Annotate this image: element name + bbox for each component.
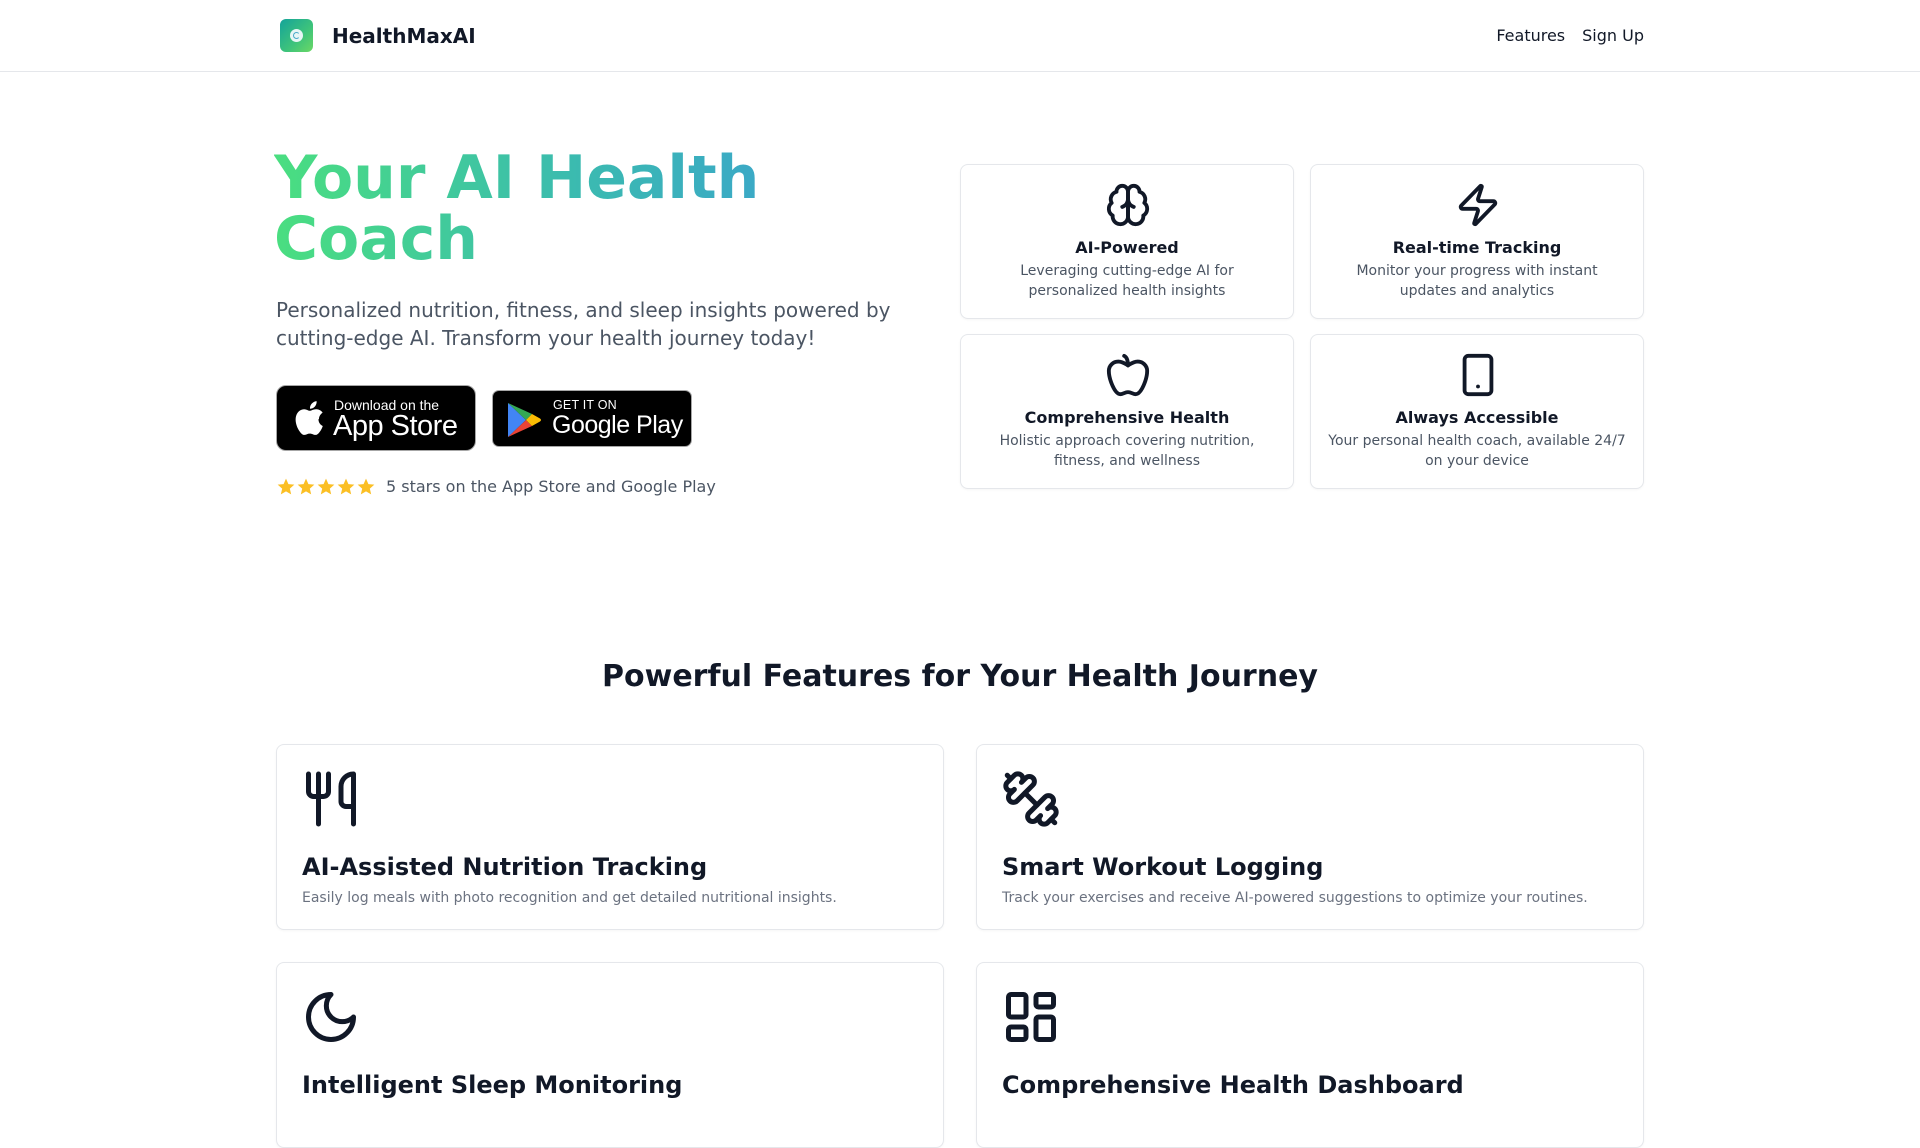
moon-icon [306,992,356,1042]
feature-card-dashboard: Comprehensive Health Dashboard [976,962,1644,1148]
star-icon [277,478,295,495]
rating-text: 5 stars on the App Store and Google Play [386,477,716,496]
star-icon [317,478,335,495]
hero-subtitle: Personalized nutrition, fitness, and sle… [276,298,891,350]
google-play-button[interactable]: GET IT ON Google Play [492,390,692,447]
highlight-card-comprehensive-health: Comprehensive Health Holistic approach c… [960,334,1294,489]
apple-icon [1106,353,1150,397]
brain-icon [1106,183,1150,227]
dumbbell-icon [1003,771,1059,827]
highlight-title: Comprehensive Health [1024,408,1230,427]
highlight-card-ai-powered: AI-Powered Leveraging cutting-edge AI fo… [960,164,1294,319]
highlight-card-realtime-tracking: Real-time Tracking Monitor your progress… [1310,164,1644,319]
highlight-description: Your personal health coach, available 24… [1328,433,1626,469]
logo-icon[interactable] [280,19,313,52]
feature-card-workout: Smart Workout Logging Track your exercis… [976,744,1644,930]
star-rating [276,477,376,497]
smartphone-icon [1462,353,1494,397]
feature-card-nutrition: AI-Assisted Nutrition Tracking Easily lo… [276,744,944,930]
feature-title: Comprehensive Health Dashboard [1002,1071,1464,1099]
brand-name[interactable]: HealthMaxAI [332,22,476,50]
app-store-big-text: App Store [333,410,458,442]
main-nav: Features Sign Up [1496,22,1644,50]
dashboard-icon [1006,992,1056,1042]
highlight-title: AI-Powered [1075,238,1179,257]
apple-logo-icon [295,401,323,435]
utensils-icon [306,771,356,827]
highlight-description: Monitor your progress with instant updat… [1356,263,1598,299]
hero-title: Your AI Health Coach [274,148,914,270]
highlight-title: Always Accessible [1395,408,1559,427]
site-header: HealthMaxAI Features Sign Up [0,0,1920,72]
highlight-description: Leveraging cutting-edge AI for personali… [1020,263,1234,299]
highlight-title: Real-time Tracking [1392,238,1562,257]
lightning-icon [1458,183,1498,227]
feature-title: Intelligent Sleep Monitoring [302,1071,683,1099]
google-play-big-text: Google Play [552,411,683,439]
feature-title: Smart Workout Logging [1002,853,1324,881]
star-icon [337,478,355,495]
nav-signup-link[interactable]: Sign Up [1582,22,1644,50]
star-icon [297,478,315,495]
feature-card-sleep: Intelligent Sleep Monitoring [276,962,944,1148]
google-play-logo-icon [508,403,541,437]
highlight-description: Holistic approach covering nutrition, fi… [999,433,1255,469]
rating-row: 5 stars on the App Store and Google Play [276,476,716,498]
feature-description: Easily log meals with photo recognition … [302,890,837,906]
star-icon [357,478,375,495]
nav-features-link[interactable]: Features [1496,22,1565,50]
highlight-card-always-accessible: Always Accessible Your personal health c… [1310,334,1644,489]
features-section-title: Powerful Features for Your Health Journe… [602,659,1318,694]
feature-title: AI-Assisted Nutrition Tracking [302,853,708,881]
feature-description: Track your exercises and receive AI-powe… [1002,890,1588,906]
google-play-small-text: GET IT ON [553,398,617,412]
app-store-button[interactable]: Download on the App Store [276,385,476,451]
